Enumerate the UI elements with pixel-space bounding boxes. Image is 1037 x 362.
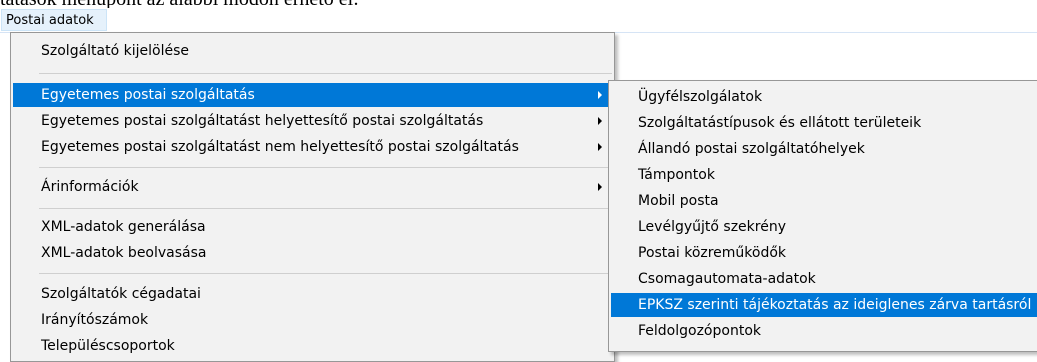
submenu-arrow-icon [598,183,602,191]
menu-item-szolgaltato-kijelolese[interactable]: Szolgáltató kijelölése [13,39,612,63]
submenu-item-allando-szolgaltatohelyek[interactable]: Állandó postai szolgáltatóhelyek [611,137,1037,161]
menu-item-label: Állandó postai szolgáltatóhelyek [638,141,865,157]
menu-item-label: Irányítószámok [41,312,149,328]
menu-item-label: Ügyfélszolgálatok [638,89,763,105]
menu-separator [39,73,612,74]
menu-item-label: Postai közreműködők [638,245,787,261]
submenu-arrow-icon [598,91,602,99]
menu-item-label: XML-adatok beolvasása [41,245,207,261]
submenu-item-postai-kozremukodok[interactable]: Postai közreműködők [611,241,1037,265]
menu-item-label: Levélgyűjtő szekrény [638,219,786,235]
submenu-item-epksz-tajekoztatas[interactable]: EPKSZ szerinti tájékoztatás az ideiglene… [611,293,1037,317]
menu-item-label: Településcsoportok [41,338,175,354]
egyetemes-postai-szolgaltatas-submenu: Ügyfélszolgálatok Szolgáltatástípusok és… [608,80,1037,352]
menu-separator [39,208,612,209]
submenu-item-mobil-posta[interactable]: Mobil posta [611,189,1037,213]
menu-item-label: Feldolgozópontok [638,323,761,339]
menu-item-label: Egyetemes postai szolgáltatást helyettes… [41,113,484,129]
menu-item-xml-generalasa[interactable]: XML-adatok generálása [13,215,612,239]
menu-item-arinformaciok[interactable]: Árinformációk [13,175,612,199]
menu-separator [39,273,612,274]
menu-separator [39,167,612,168]
menu-item-label: Mobil posta [638,193,719,209]
menu-item-helyettesito-szolgaltatas[interactable]: Egyetemes postai szolgáltatást helyettes… [13,109,612,133]
submenu-item-szolgaltatastipusok[interactable]: Szolgáltatástípusok és ellátott területe… [611,111,1037,135]
submenu-item-feldolgozopontok[interactable]: Feldolgozópontok [611,319,1037,343]
postai-adatok-menu: Szolgáltató kijelölése Egyetemes postai … [10,32,615,362]
menu-item-label: Egyetemes postai szolgáltatást nem helye… [41,139,519,155]
menu-item-label: Szolgáltatástípusok és ellátott területe… [638,115,922,131]
menu-item-label: Támpontok [638,167,715,183]
submenu-item-tampontok[interactable]: Támpontok [611,163,1037,187]
menu-item-telepulescsoportok[interactable]: Településcsoportok [13,334,612,358]
menu-item-iranyitoszamok[interactable]: Irányítószámok [13,308,612,332]
menu-item-xml-beolvasasa[interactable]: XML-adatok beolvasása [13,241,612,265]
menu-item-nem-helyettesito-szolgaltatas[interactable]: Egyetemes postai szolgáltatást nem helye… [13,135,612,159]
submenu-item-csomagautomata-adatok[interactable]: Csomagautomata-adatok [611,267,1037,291]
submenu-item-ugyfelszolgalatok[interactable]: Ügyfélszolgálatok [611,85,1037,109]
submenu-arrow-icon [598,143,602,151]
menu-item-label: EPKSZ szerinti tájékoztatás az ideiglene… [638,297,1032,313]
menu-item-label: Szolgáltatók cégadatai [41,286,201,302]
menu-item-label: Egyetemes postai szolgáltatás [41,87,255,103]
menu-item-egyetemes-postai-szolgaltatas[interactable]: Egyetemes postai szolgáltatás [13,83,612,107]
menu-item-label: Csomagautomata-adatok [638,271,816,287]
menu-bar: Postai adatok [0,8,1037,33]
menubar-postai-adatok[interactable]: Postai adatok [1,9,107,31]
menu-item-label: Árinformációk [41,179,139,195]
menu-item-szolgaltatok-cegadatai[interactable]: Szolgáltatók cégadatai [13,282,612,306]
submenu-arrow-icon [598,117,602,125]
submenu-item-levelgyujto-szekreny[interactable]: Levélgyűjtő szekrény [611,215,1037,239]
menu-item-label: Szolgáltató kijelölése [41,43,189,59]
menu-item-label: XML-adatok generálása [41,219,206,235]
